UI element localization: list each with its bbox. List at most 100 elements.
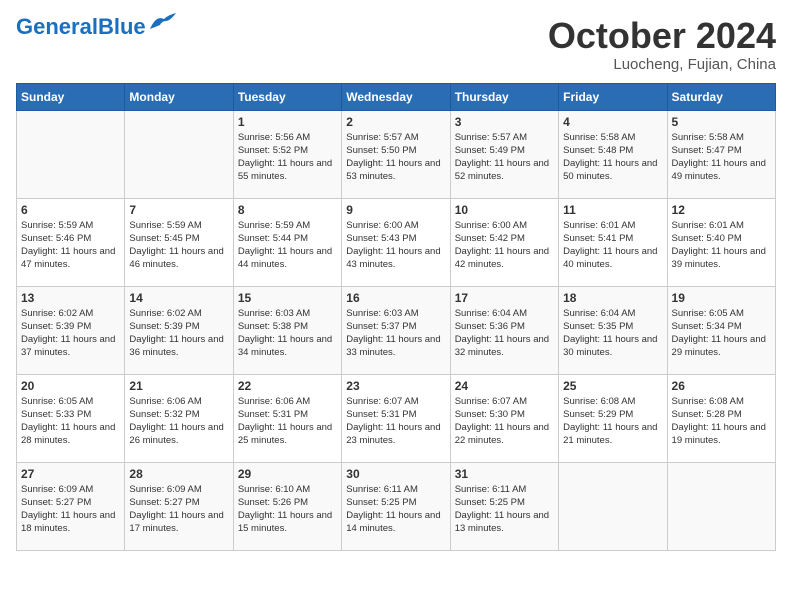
day-daylight: Daylight: 11 hours and 34 minutes.	[238, 334, 332, 358]
calendar-cell: 13 Sunrise: 6:02 AM Sunset: 5:39 PM Dayl…	[17, 286, 125, 374]
day-number: 28	[129, 467, 228, 481]
day-daylight: Daylight: 11 hours and 32 minutes.	[455, 334, 549, 358]
day-daylight: Daylight: 11 hours and 13 minutes.	[455, 510, 549, 534]
day-daylight: Daylight: 11 hours and 29 minutes.	[672, 334, 766, 358]
weekday-header: Saturday	[667, 83, 775, 110]
day-daylight: Daylight: 11 hours and 40 minutes.	[563, 246, 657, 270]
weekday-header: Thursday	[450, 83, 558, 110]
day-daylight: Daylight: 11 hours and 28 minutes.	[21, 422, 115, 446]
calendar-cell: 12 Sunrise: 6:01 AM Sunset: 5:40 PM Dayl…	[667, 198, 775, 286]
day-daylight: Daylight: 11 hours and 15 minutes.	[238, 510, 332, 534]
calendar-cell: 23 Sunrise: 6:07 AM Sunset: 5:31 PM Dayl…	[342, 374, 450, 462]
day-number: 16	[346, 291, 445, 305]
day-sunset: Sunset: 5:39 PM	[21, 321, 91, 332]
calendar-cell: 22 Sunrise: 6:06 AM Sunset: 5:31 PM Dayl…	[233, 374, 341, 462]
calendar-cell: 16 Sunrise: 6:03 AM Sunset: 5:37 PM Dayl…	[342, 286, 450, 374]
calendar-cell: 24 Sunrise: 6:07 AM Sunset: 5:30 PM Dayl…	[450, 374, 558, 462]
title-block: October 2024 Luocheng, Fujian, China	[548, 16, 776, 73]
day-sunset: Sunset: 5:26 PM	[238, 497, 308, 508]
calendar-cell: 14 Sunrise: 6:02 AM Sunset: 5:39 PM Dayl…	[125, 286, 233, 374]
day-sunset: Sunset: 5:35 PM	[563, 321, 633, 332]
day-sunrise: Sunrise: 6:07 AM	[455, 396, 527, 407]
weekday-header: Tuesday	[233, 83, 341, 110]
day-daylight: Daylight: 11 hours and 26 minutes.	[129, 422, 223, 446]
day-number: 30	[346, 467, 445, 481]
day-sunset: Sunset: 5:39 PM	[129, 321, 199, 332]
day-number: 4	[563, 115, 662, 129]
day-sunrise: Sunrise: 6:08 AM	[672, 396, 744, 407]
calendar-cell: 18 Sunrise: 6:04 AM Sunset: 5:35 PM Dayl…	[559, 286, 667, 374]
day-number: 22	[238, 379, 337, 393]
day-number: 31	[455, 467, 554, 481]
day-sunrise: Sunrise: 6:04 AM	[563, 308, 635, 319]
weekday-header: Wednesday	[342, 83, 450, 110]
day-sunset: Sunset: 5:25 PM	[346, 497, 416, 508]
weekday-header: Friday	[559, 83, 667, 110]
day-number: 5	[672, 115, 771, 129]
day-daylight: Daylight: 11 hours and 39 minutes.	[672, 246, 766, 270]
day-daylight: Daylight: 11 hours and 53 minutes.	[346, 158, 440, 182]
calendar-week-row: 1 Sunrise: 5:56 AM Sunset: 5:52 PM Dayli…	[17, 110, 776, 198]
calendar-cell: 3 Sunrise: 5:57 AM Sunset: 5:49 PM Dayli…	[450, 110, 558, 198]
day-daylight: Daylight: 11 hours and 33 minutes.	[346, 334, 440, 358]
day-number: 3	[455, 115, 554, 129]
calendar-cell: 30 Sunrise: 6:11 AM Sunset: 5:25 PM Dayl…	[342, 462, 450, 550]
day-sunset: Sunset: 5:29 PM	[563, 409, 633, 420]
day-daylight: Daylight: 11 hours and 25 minutes.	[238, 422, 332, 446]
day-sunrise: Sunrise: 6:05 AM	[672, 308, 744, 319]
day-sunrise: Sunrise: 5:57 AM	[346, 132, 418, 143]
day-daylight: Daylight: 11 hours and 19 minutes.	[672, 422, 766, 446]
day-number: 18	[563, 291, 662, 305]
day-sunset: Sunset: 5:48 PM	[563, 145, 633, 156]
calendar-cell: 26 Sunrise: 6:08 AM Sunset: 5:28 PM Dayl…	[667, 374, 775, 462]
calendar-cell: 6 Sunrise: 5:59 AM Sunset: 5:46 PM Dayli…	[17, 198, 125, 286]
day-daylight: Daylight: 11 hours and 50 minutes.	[563, 158, 657, 182]
calendar-cell: 5 Sunrise: 5:58 AM Sunset: 5:47 PM Dayli…	[667, 110, 775, 198]
day-number: 11	[563, 203, 662, 217]
calendar-week-row: 20 Sunrise: 6:05 AM Sunset: 5:33 PM Dayl…	[17, 374, 776, 462]
day-sunrise: Sunrise: 6:02 AM	[21, 308, 93, 319]
month-title: October 2024	[548, 16, 776, 56]
day-sunrise: Sunrise: 6:04 AM	[455, 308, 527, 319]
day-daylight: Daylight: 11 hours and 23 minutes.	[346, 422, 440, 446]
day-sunrise: Sunrise: 6:00 AM	[455, 220, 527, 231]
day-number: 1	[238, 115, 337, 129]
day-number: 26	[672, 379, 771, 393]
day-sunrise: Sunrise: 5:59 AM	[129, 220, 201, 231]
day-sunset: Sunset: 5:31 PM	[346, 409, 416, 420]
day-daylight: Daylight: 11 hours and 46 minutes.	[129, 246, 223, 270]
day-sunrise: Sunrise: 5:59 AM	[238, 220, 310, 231]
day-sunset: Sunset: 5:30 PM	[455, 409, 525, 420]
day-sunrise: Sunrise: 6:06 AM	[238, 396, 310, 407]
calendar-cell: 20 Sunrise: 6:05 AM Sunset: 5:33 PM Dayl…	[17, 374, 125, 462]
day-sunset: Sunset: 5:46 PM	[21, 233, 91, 244]
day-sunrise: Sunrise: 6:08 AM	[563, 396, 635, 407]
day-number: 24	[455, 379, 554, 393]
day-number: 15	[238, 291, 337, 305]
day-sunset: Sunset: 5:33 PM	[21, 409, 91, 420]
calendar-cell	[17, 110, 125, 198]
day-number: 27	[21, 467, 120, 481]
day-sunset: Sunset: 5:41 PM	[563, 233, 633, 244]
calendar-cell	[667, 462, 775, 550]
calendar-cell: 4 Sunrise: 5:58 AM Sunset: 5:48 PM Dayli…	[559, 110, 667, 198]
calendar-week-row: 27 Sunrise: 6:09 AM Sunset: 5:27 PM Dayl…	[17, 462, 776, 550]
calendar-cell: 25 Sunrise: 6:08 AM Sunset: 5:29 PM Dayl…	[559, 374, 667, 462]
calendar-cell: 1 Sunrise: 5:56 AM Sunset: 5:52 PM Dayli…	[233, 110, 341, 198]
day-sunset: Sunset: 5:38 PM	[238, 321, 308, 332]
day-sunset: Sunset: 5:27 PM	[129, 497, 199, 508]
day-daylight: Daylight: 11 hours and 30 minutes.	[563, 334, 657, 358]
day-sunset: Sunset: 5:36 PM	[455, 321, 525, 332]
calendar-body: 1 Sunrise: 5:56 AM Sunset: 5:52 PM Dayli…	[17, 110, 776, 550]
day-sunrise: Sunrise: 6:07 AM	[346, 396, 418, 407]
day-sunrise: Sunrise: 6:01 AM	[672, 220, 744, 231]
day-sunrise: Sunrise: 6:01 AM	[563, 220, 635, 231]
day-daylight: Daylight: 11 hours and 22 minutes.	[455, 422, 549, 446]
weekday-header: Sunday	[17, 83, 125, 110]
day-sunset: Sunset: 5:43 PM	[346, 233, 416, 244]
calendar-cell	[125, 110, 233, 198]
day-sunset: Sunset: 5:42 PM	[455, 233, 525, 244]
day-daylight: Daylight: 11 hours and 49 minutes.	[672, 158, 766, 182]
day-daylight: Daylight: 11 hours and 14 minutes.	[346, 510, 440, 534]
day-sunrise: Sunrise: 6:09 AM	[129, 484, 201, 495]
